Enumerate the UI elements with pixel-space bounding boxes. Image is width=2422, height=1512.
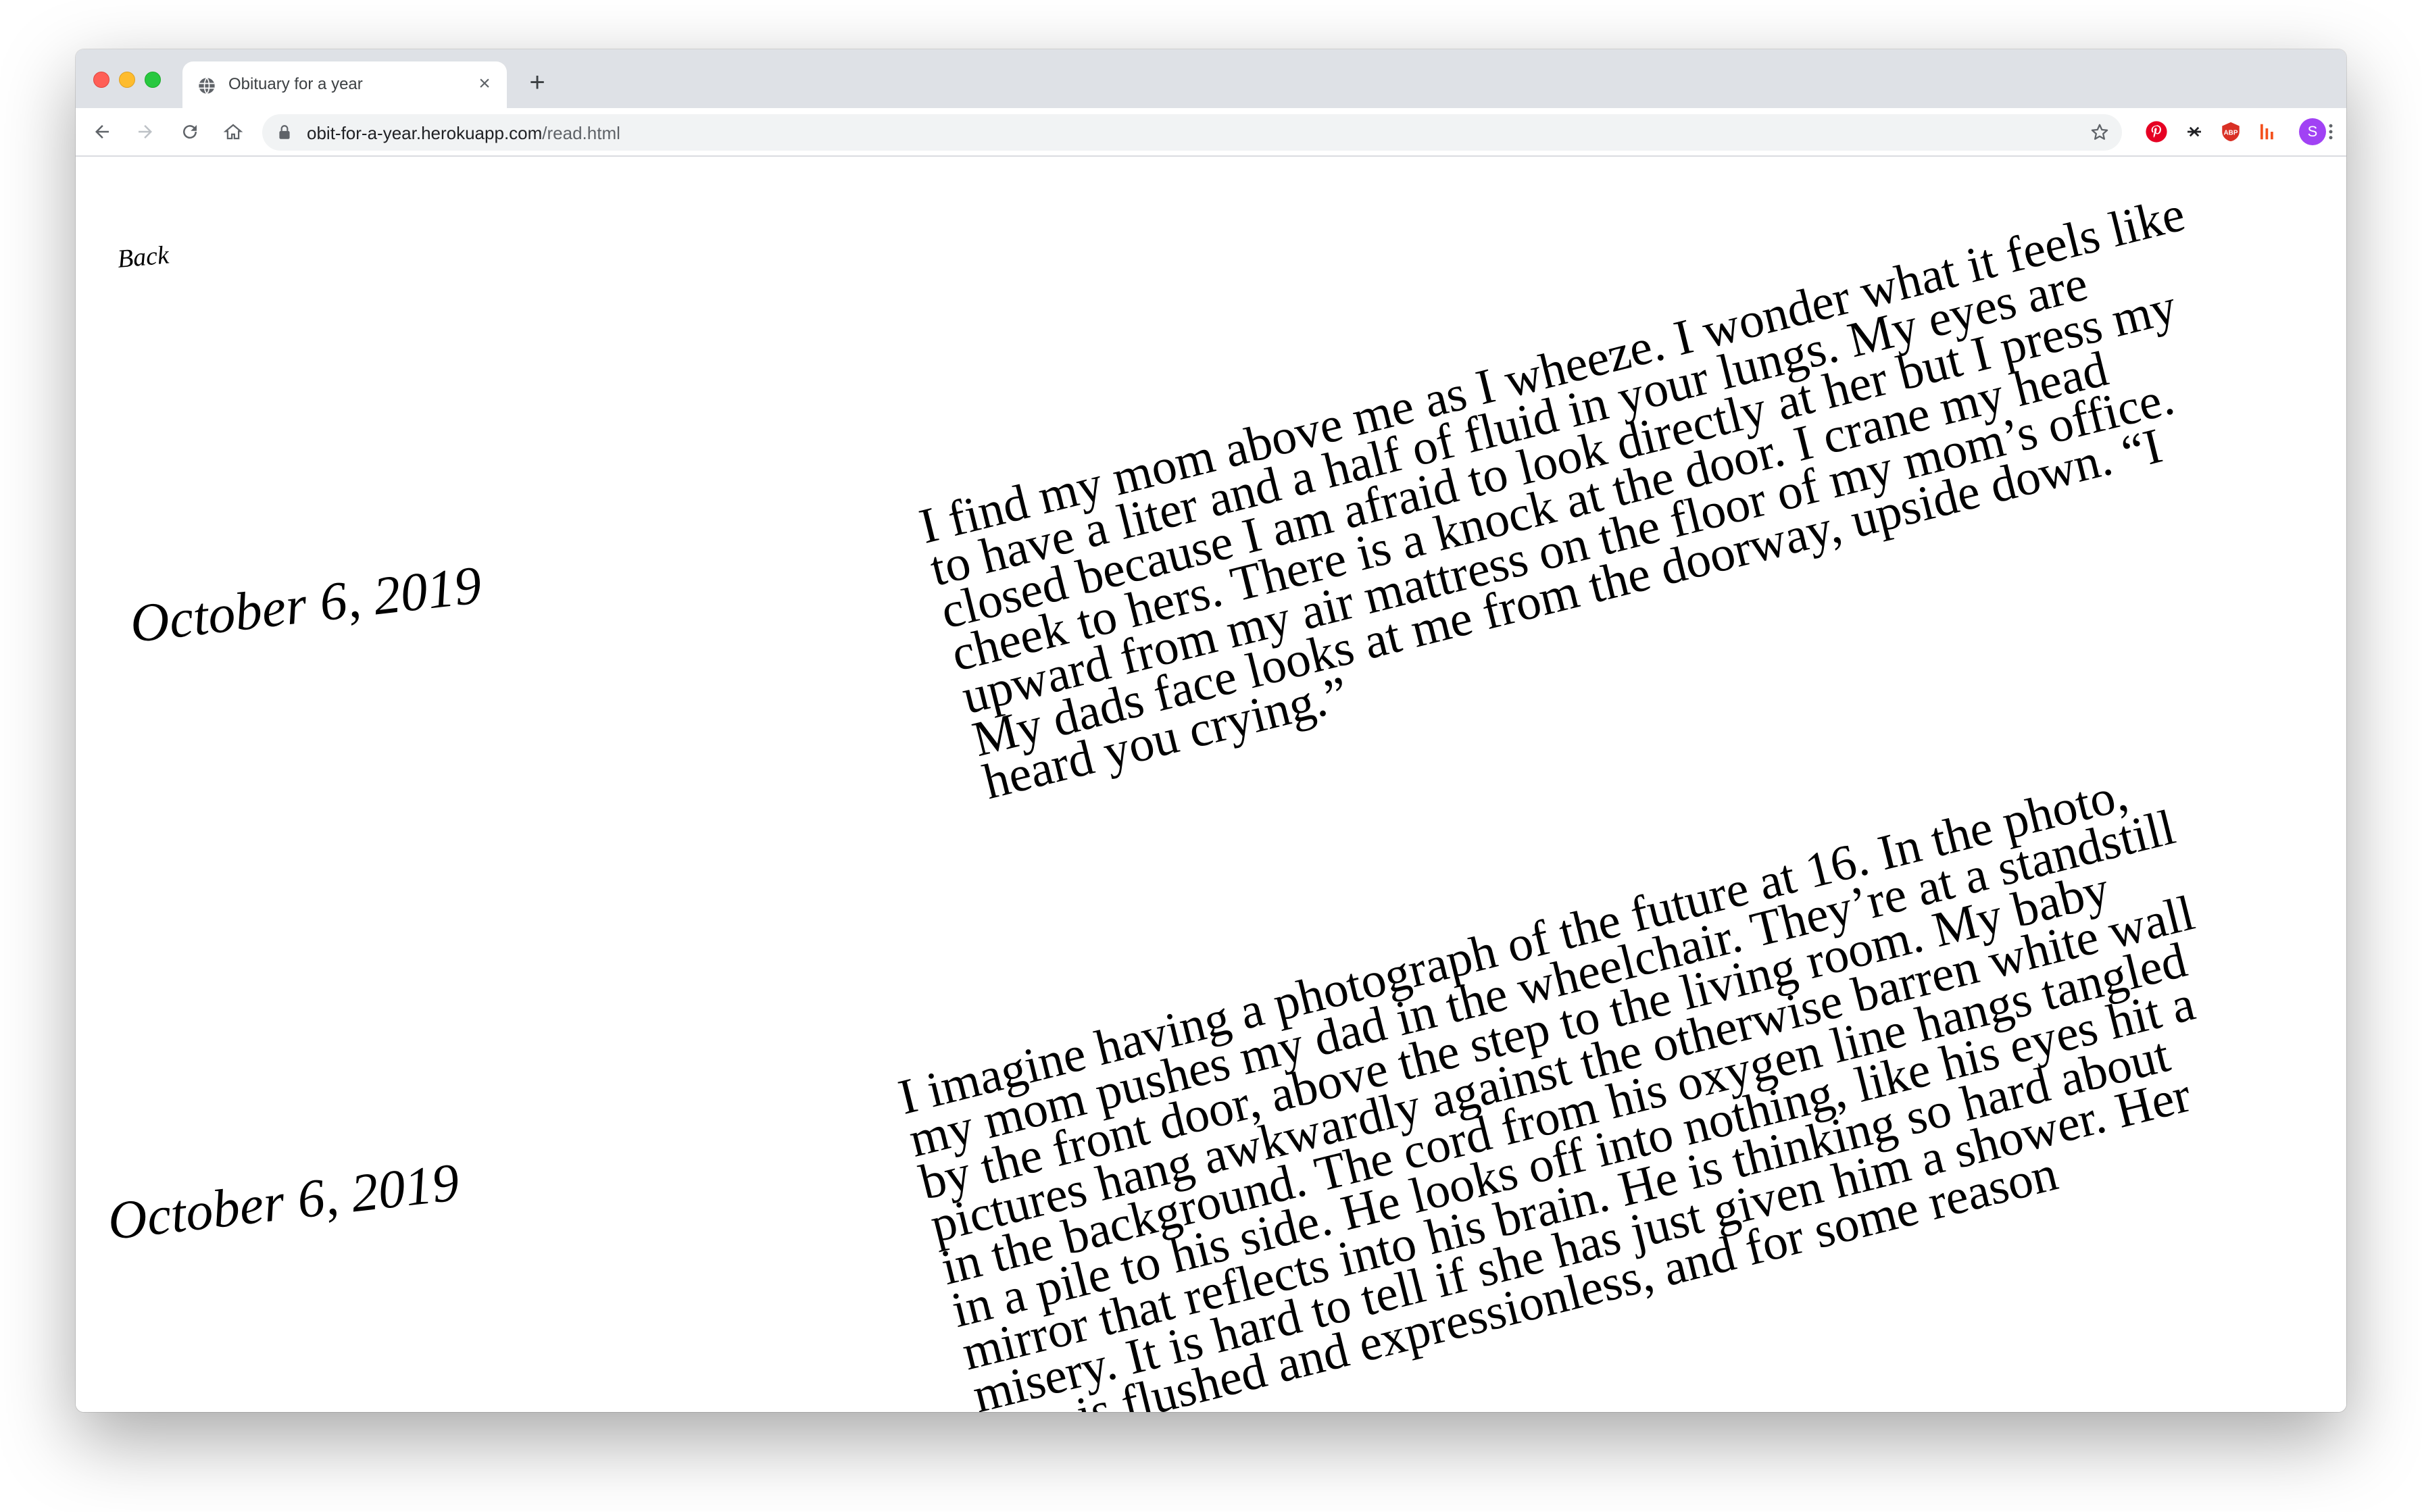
reload-icon[interactable] bbox=[174, 116, 205, 147]
tab-strip: Obituary for a year × + bbox=[76, 49, 2346, 108]
url-text: obit-for-a-year.herokuapp.com/read.html bbox=[307, 123, 620, 144]
window-close-button[interactable] bbox=[93, 72, 109, 88]
forward-arrow-icon[interactable] bbox=[130, 116, 161, 147]
window-minimize-button[interactable] bbox=[119, 72, 135, 88]
tab-close-icon[interactable]: × bbox=[473, 72, 496, 95]
entry-date: October 6, 2019 bbox=[105, 1152, 462, 1252]
page-content: Back October 6, 2019 I find my mom above… bbox=[76, 157, 2346, 1412]
window-maximize-button[interactable] bbox=[145, 72, 161, 88]
back-link[interactable]: Back bbox=[116, 240, 170, 274]
address-bar[interactable]: obit-for-a-year.herokuapp.com/read.html bbox=[262, 114, 2122, 151]
pinterest-extension-icon[interactable] bbox=[2144, 119, 2169, 145]
globe-icon bbox=[197, 76, 216, 95]
bookmark-star-icon[interactable] bbox=[2087, 120, 2112, 145]
svg-text:ABP: ABP bbox=[2224, 129, 2238, 136]
extension-bars-icon[interactable] bbox=[2254, 119, 2280, 145]
url-path: /read.html bbox=[542, 123, 620, 143]
entry-date: October 6, 2019 bbox=[127, 555, 485, 655]
tab-title: Obituary for a year bbox=[228, 75, 363, 93]
lock-icon bbox=[276, 124, 293, 141]
new-tab-button[interactable]: + bbox=[522, 67, 553, 98]
home-icon[interactable] bbox=[218, 116, 249, 147]
extension-asterisk-icon[interactable] bbox=[2181, 119, 2207, 145]
chrome-menu-icon[interactable] bbox=[2318, 119, 2344, 145]
entry-text: I find my mom above me as I wheeze. I wo… bbox=[914, 186, 2190, 811]
toolbar: obit-for-a-year.herokuapp.com/read.html … bbox=[76, 108, 2346, 157]
entry-text: I imagine having a photograph of the fut… bbox=[893, 765, 2200, 1412]
tab-active[interactable]: Obituary for a year × bbox=[182, 61, 507, 108]
back-arrow-icon[interactable] bbox=[86, 116, 118, 147]
browser-window: Obituary for a year × + obit-for-a-year.… bbox=[76, 49, 2346, 1412]
url-host: obit-for-a-year.herokuapp.com bbox=[307, 123, 543, 143]
extension-shield-icon[interactable]: ABP bbox=[2218, 119, 2244, 145]
